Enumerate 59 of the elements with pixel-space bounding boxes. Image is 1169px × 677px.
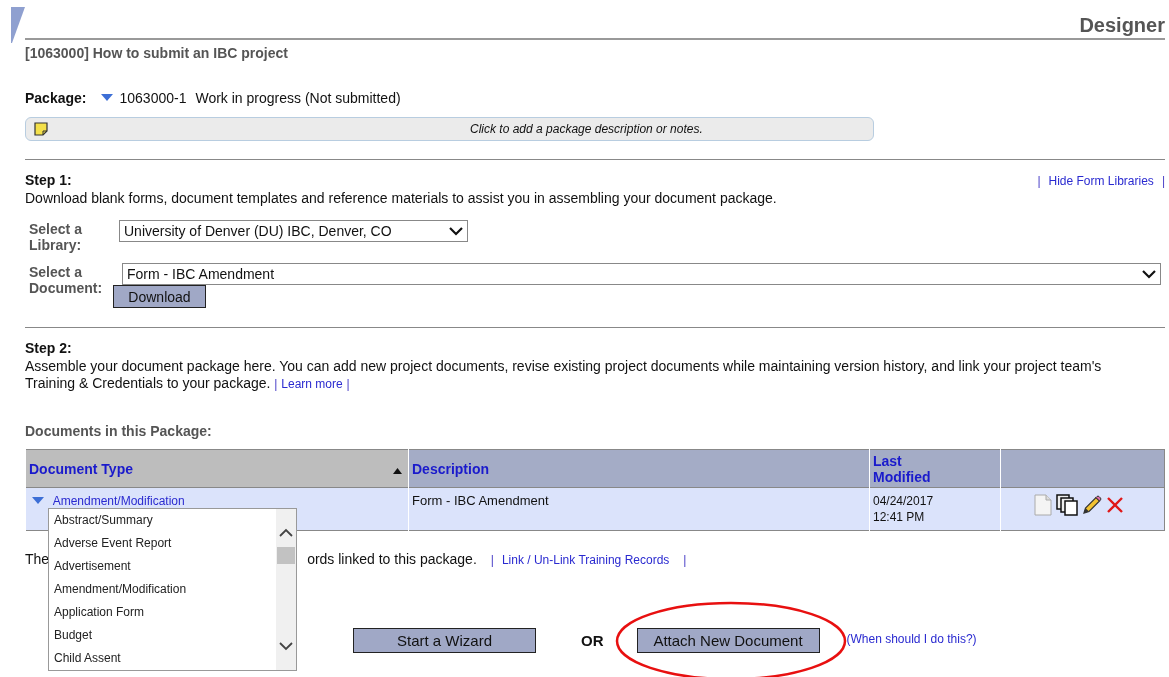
- chevron-up-icon[interactable]: [279, 528, 293, 537]
- package-id: 1063000-1: [119, 90, 187, 106]
- notes-prompt: Click to add a package description or notes.: [470, 122, 703, 136]
- step-heading: Step 2:: [25, 340, 72, 356]
- pencil-icon[interactable]: [1082, 495, 1102, 515]
- or-label: OR: [581, 632, 604, 649]
- date-text: 04/24/2017: [873, 493, 935, 509]
- document-type-list[interactable]: Abstract/Summary Adverse Event Report Advertisement Amendment/Modification Application Form Budget Child Assent: [48, 508, 297, 671]
- training-text: The: [25, 551, 50, 567]
- column-header[interactable]: Last Modified: [869, 449, 1001, 488]
- notes-bar[interactable]: Click to add a package description or notes.: [25, 117, 874, 141]
- table-cell: Form - IBC Amendment: [408, 487, 870, 531]
- corner-tab-icon: [11, 7, 25, 43]
- help-link[interactable]: (When should I do this?): [846, 631, 977, 646]
- chevron-down-icon: [449, 226, 463, 236]
- expand-arrow-icon[interactable]: [32, 497, 44, 505]
- step-description: Assemble your document package here. You can add new project documents, revise existing project documents while maintaining version history, and link your project team's Training & Credentials to your package. | Learn more |: [25, 358, 1103, 393]
- list-option[interactable]: Abstract/Summary: [54, 509, 276, 532]
- chevron-down-icon: [1142, 269, 1156, 279]
- time-text: 12:41 PM: [873, 509, 926, 525]
- section-heading: Documents in this Package:: [25, 423, 213, 439]
- link-separator: |: [490, 553, 494, 567]
- step-description: Download blank forms, document templates and reference materials to assist you in assembling your document package.: [25, 190, 778, 207]
- column-header[interactable]: Document Type: [25, 449, 409, 488]
- learn-more-link[interactable]: Learn more: [281, 377, 343, 391]
- sort-ascending-icon: [392, 467, 402, 474]
- copy-icon[interactable]: [1056, 494, 1078, 516]
- library-label: Select a Library:: [29, 221, 83, 253]
- sticky-note-icon: [34, 122, 48, 136]
- document-label: Select a Document:: [29, 264, 104, 298]
- package-status: Work in progress (Not submitted): [195, 90, 401, 106]
- training-records-link[interactable]: Link / Un-Link Training Records: [501, 553, 670, 567]
- delete-icon[interactable]: [1106, 496, 1124, 514]
- hide-libraries-link[interactable]: Hide Form Libraries: [1048, 174, 1154, 188]
- list-option[interactable]: Advertisement: [54, 555, 276, 578]
- training-text: ords linked to this package.: [307, 551, 477, 567]
- list-option[interactable]: Amendment/Modification: [54, 578, 276, 601]
- document-select[interactable]: Form - IBC Amendment: [122, 263, 1161, 285]
- project-title: [1063000] How to submit an IBC project: [25, 45, 289, 61]
- chevron-down-icon[interactable]: [279, 642, 293, 651]
- download-button[interactable]: Download: [113, 285, 206, 308]
- list-option[interactable]: Application Form: [54, 601, 276, 624]
- list-option[interactable]: Budget: [54, 624, 276, 647]
- start-wizard-button[interactable]: Start a Wizard: [353, 628, 536, 653]
- page-title: Designer: [1079, 13, 1165, 38]
- package-label: Package:: [25, 90, 87, 106]
- scrollbar-thumb[interactable]: [277, 547, 295, 564]
- library-select[interactable]: University of Denver (DU) IBC, Denver, CO: [119, 220, 468, 242]
- column-header[interactable]: Description: [408, 449, 870, 488]
- step-heading: Step 1:: [25, 172, 72, 188]
- link-separator: |: [1161, 174, 1165, 188]
- attach-document-button[interactable]: Attach New Document: [636, 628, 820, 653]
- list-option[interactable]: Adverse Event Report: [54, 532, 276, 555]
- list-option[interactable]: Child Assent: [54, 647, 276, 670]
- document-type-link[interactable]: Amendment/Modification: [52, 494, 185, 508]
- expand-arrow-icon[interactable]: [101, 94, 114, 102]
- link-separator: |: [1037, 174, 1041, 188]
- link-separator: |: [683, 553, 687, 567]
- scrollbar[interactable]: [276, 509, 296, 670]
